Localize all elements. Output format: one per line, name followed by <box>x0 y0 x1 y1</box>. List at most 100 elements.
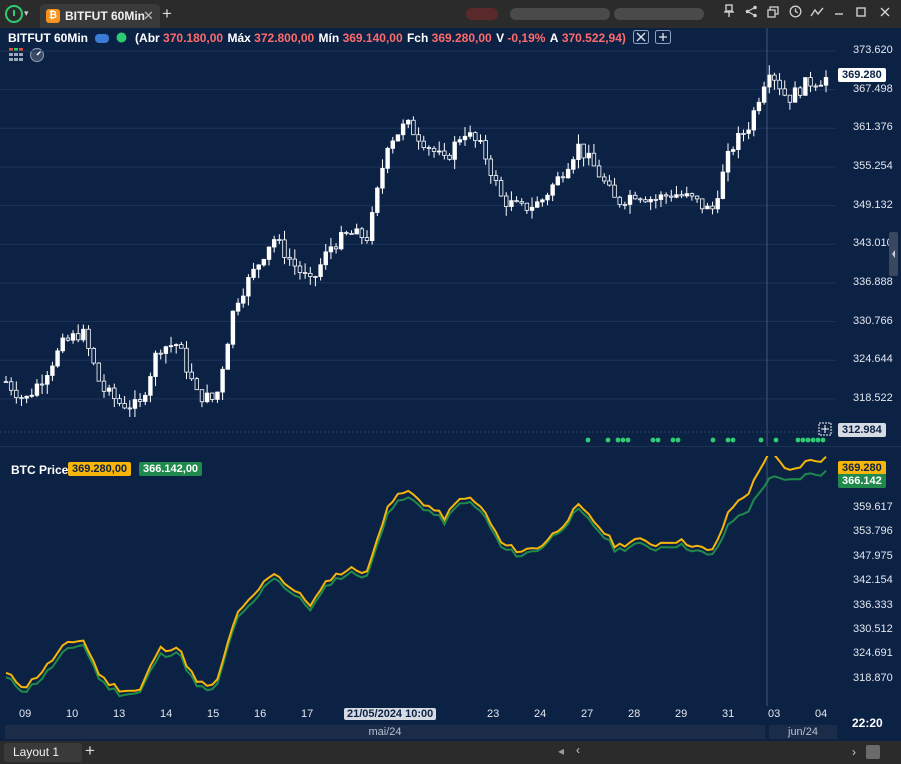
candle-body <box>8 381 14 391</box>
app-logo-icon[interactable] <box>5 5 23 23</box>
candle-body <box>684 193 689 197</box>
month-label-may: mai/24 <box>5 725 765 739</box>
candle-body <box>375 187 380 213</box>
candle-body <box>91 348 96 364</box>
candle-body <box>173 344 179 347</box>
candle-body <box>473 132 478 142</box>
chevron-down-icon[interactable]: ▾ <box>24 8 29 19</box>
candle-body <box>730 149 736 152</box>
candle-body <box>545 194 550 201</box>
candle-body <box>215 391 220 400</box>
price-axis-label: 330.766 <box>853 314 893 327</box>
add-tab-button[interactable]: + <box>162 4 172 24</box>
layout-tab[interactable]: Layout 1 <box>4 743 82 762</box>
activity-icon[interactable] <box>808 4 826 24</box>
price-axis-label: 373.620 <box>853 44 893 56</box>
candle-body <box>524 202 530 211</box>
candle-body <box>333 246 339 250</box>
candle-body <box>823 76 829 86</box>
signal-dot <box>655 437 661 443</box>
candle-body <box>648 198 653 203</box>
price-axis-label: 336.888 <box>853 275 893 288</box>
time-axis-label: 28 <box>628 708 641 720</box>
scroll-thumb[interactable] <box>866 745 880 759</box>
bottom-bar: Layout 1 + ◂ ‹ › <box>0 741 901 764</box>
candle-body <box>478 140 483 142</box>
indicator-axis-label: 342.154 <box>853 574 893 587</box>
close-tab-icon[interactable]: ✕ <box>143 8 154 24</box>
time-axis-label: 24 <box>534 708 547 720</box>
candle-body <box>282 239 287 258</box>
candle-body <box>143 394 148 402</box>
indicator-name: BTC Price <box>11 463 69 477</box>
scroll-left-icon[interactable]: ‹ <box>576 743 580 757</box>
candle-body <box>14 389 19 399</box>
candle-body <box>565 168 571 179</box>
candle-body <box>571 159 576 170</box>
candle-body <box>189 371 194 380</box>
signal-dot <box>670 437 676 443</box>
time-axis-label: 09 <box>19 708 32 720</box>
signal-dot <box>725 437 731 443</box>
candle-body <box>607 180 612 186</box>
candle-body <box>612 184 617 198</box>
time-axis-label: 23 <box>487 708 500 720</box>
maximize-icon[interactable] <box>852 4 870 24</box>
candle-body <box>782 88 787 96</box>
crosshair-icon[interactable] <box>818 422 832 436</box>
candle-body <box>153 352 158 377</box>
time-axis-label: 10 <box>66 708 79 720</box>
candle-body <box>34 383 40 396</box>
copy-window-icon[interactable] <box>764 4 782 24</box>
share-icon[interactable] <box>742 4 760 24</box>
candle-body <box>163 346 169 354</box>
scroll-left-end-icon[interactable]: ◂ <box>558 744 564 758</box>
pin-icon[interactable] <box>720 4 738 24</box>
candle-body <box>504 195 509 207</box>
candle-body <box>596 165 602 178</box>
time-axis-label: 27 <box>581 708 594 720</box>
candlestick-chart[interactable] <box>0 28 901 446</box>
candle-body <box>3 381 9 384</box>
signal-dot <box>820 437 826 443</box>
scroll-right-icon[interactable]: › <box>852 745 856 759</box>
candle-body <box>106 387 112 392</box>
candle-body <box>318 264 323 277</box>
candle-body <box>179 344 184 349</box>
candle-body <box>246 277 251 297</box>
candle-body <box>323 251 328 266</box>
candle-body <box>576 143 581 160</box>
price-axis-label: 361.376 <box>853 121 893 134</box>
close-icon[interactable] <box>876 4 894 24</box>
btc-price-line-chart[interactable] <box>0 456 901 706</box>
price-axis-label: 367.498 <box>853 82 893 95</box>
candle-body <box>447 154 452 160</box>
add-layout-button[interactable]: + <box>85 741 95 761</box>
candle-body <box>70 333 76 341</box>
candle-body <box>534 201 540 208</box>
candle-body <box>674 194 679 198</box>
redacted-account-info <box>614 8 704 20</box>
candle-body <box>700 198 705 210</box>
candle-body <box>101 380 107 392</box>
axis-scroll-handle[interactable] <box>889 232 898 276</box>
indicator-axis-label: 330.512 <box>853 623 893 635</box>
signal-dot <box>615 437 621 443</box>
candle-body <box>679 194 684 197</box>
clock-icon[interactable] <box>786 4 804 24</box>
candle-body <box>137 399 143 402</box>
candle-body <box>148 376 153 396</box>
minimize-icon[interactable] <box>830 4 848 24</box>
candle-body <box>220 368 225 393</box>
indicator-value-2: 366.142,00 <box>139 462 203 476</box>
signal-dot <box>810 437 816 443</box>
candle-body <box>663 194 669 197</box>
candle-body <box>457 139 463 143</box>
panel-separator[interactable] <box>0 446 901 456</box>
candle-body <box>643 199 648 203</box>
candle-body <box>266 246 272 260</box>
time-axis-label: 13 <box>113 708 126 720</box>
candle-body <box>359 228 365 238</box>
tab-bitfut-60min[interactable]: ₿ BITFUT 60Min ✕ <box>40 4 160 28</box>
candle-body <box>694 195 700 200</box>
